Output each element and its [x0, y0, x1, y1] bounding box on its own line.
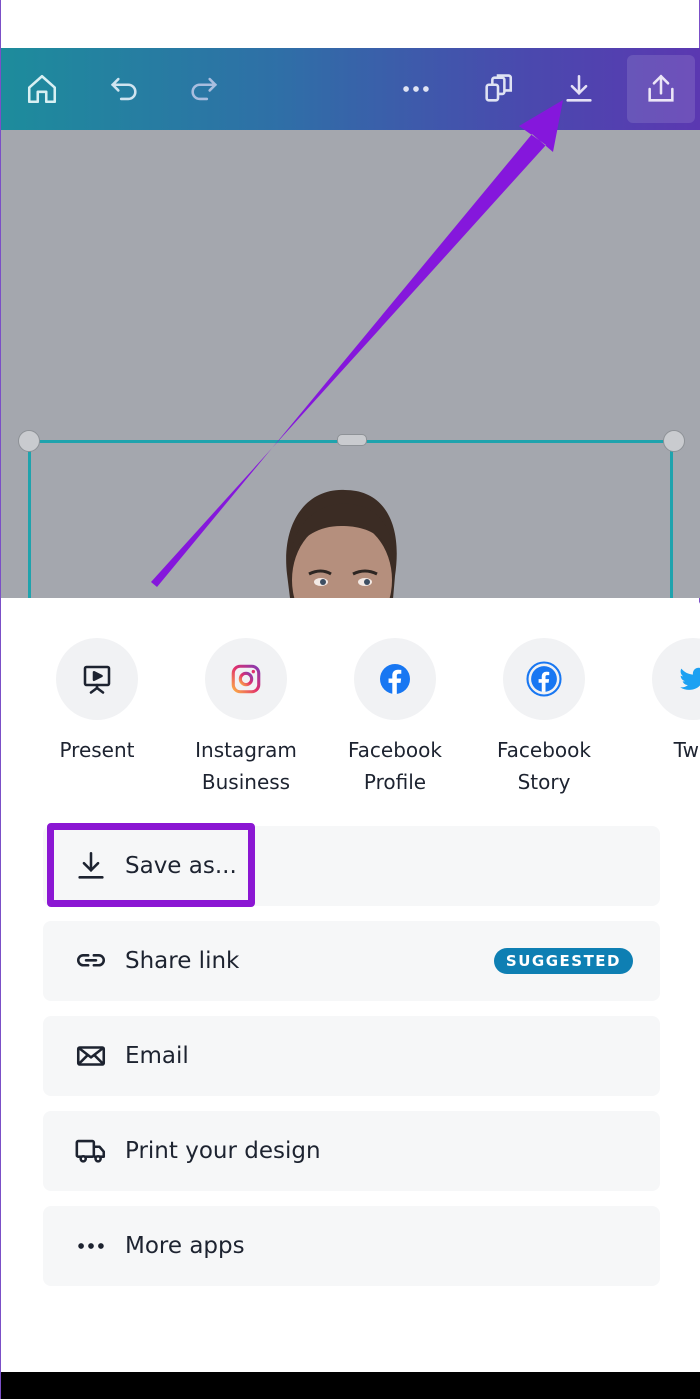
- design-canvas[interactable]: [1, 130, 700, 598]
- share-icon: [648, 74, 674, 102]
- redo-icon[interactable]: [181, 66, 227, 112]
- home-icon[interactable]: [19, 66, 65, 112]
- facebook-story-icon: [503, 638, 585, 720]
- share-link-label: Share link: [125, 948, 240, 974]
- download-icon[interactable]: [556, 66, 602, 112]
- resize-handle[interactable]: [663, 430, 685, 452]
- share-target-label: Facebook Story: [497, 738, 591, 794]
- resize-handle[interactable]: [18, 430, 40, 452]
- more-icon: [71, 1226, 111, 1266]
- resize-handle[interactable]: [337, 434, 367, 446]
- person-photo: [286, 489, 397, 598]
- print-label: Print your design: [125, 1138, 321, 1164]
- share-link-option[interactable]: Share link SUGGESTED: [43, 921, 660, 1001]
- share-targets-row[interactable]: Present Instagram Business Facebook Prof…: [1, 638, 700, 808]
- email-label: Email: [125, 1043, 189, 1069]
- instagram-icon: [205, 638, 287, 720]
- save-as-highlight-box: [47, 823, 255, 907]
- more-icon[interactable]: [393, 66, 439, 112]
- copy-icon[interactable]: [475, 66, 521, 112]
- suggested-badge: SUGGESTED: [493, 948, 633, 974]
- present-icon: [56, 638, 138, 720]
- share-target-present[interactable]: Present: [22, 638, 172, 766]
- undo-icon[interactable]: [101, 66, 147, 112]
- more-apps-option[interactable]: More apps: [43, 1206, 660, 1286]
- system-nav-bar: [1, 1372, 700, 1399]
- print-option[interactable]: Print your design: [43, 1111, 660, 1191]
- mail-icon: [71, 1036, 111, 1076]
- share-button[interactable]: [627, 55, 695, 123]
- email-option[interactable]: Email: [43, 1016, 660, 1096]
- twitter-icon: [652, 638, 700, 720]
- share-target-facebook-profile[interactable]: Facebook Profile: [320, 638, 470, 798]
- share-target-label: Instagram Business: [195, 738, 297, 794]
- share-target-twitter[interactable]: Twit: [618, 638, 700, 766]
- facebook-icon: [354, 638, 436, 720]
- editor-toolbar: [1, 48, 700, 130]
- more-apps-label: More apps: [125, 1233, 245, 1259]
- truck-icon: [71, 1131, 111, 1171]
- share-target-facebook-story[interactable]: Facebook Story: [469, 638, 619, 798]
- share-target-label: Facebook Profile: [348, 738, 442, 794]
- share-target-label: Twit: [673, 738, 700, 762]
- share-target-label: Present: [59, 738, 135, 762]
- share-target-instagram[interactable]: Instagram Business: [171, 638, 321, 798]
- link-icon: [71, 941, 111, 981]
